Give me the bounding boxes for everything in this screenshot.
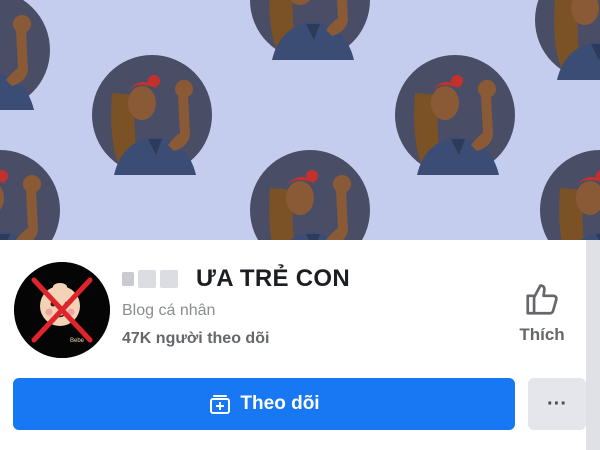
follow-button[interactable]: Theo dõi — [13, 378, 515, 430]
crossed-out-baby-icon: Bebe — [14, 262, 110, 358]
redacted-mark — [122, 272, 134, 286]
follow-label: Theo dõi — [240, 393, 320, 414]
like-label: Thích — [519, 325, 565, 344]
screen-edge — [586, 240, 600, 450]
cover-portrait — [0, 150, 60, 240]
page-category: Blog cá nhân — [122, 302, 216, 319]
page-name-text: ƯA TRẺ CON — [196, 265, 351, 292]
avatar-caption: Bebe — [70, 338, 85, 344]
ellipsis-icon: ··· — [547, 392, 567, 415]
cover-photo[interactable] — [0, 0, 600, 240]
follow-add-icon — [210, 395, 231, 414]
cover-portrait — [0, 0, 50, 110]
more-options-button[interactable]: ··· — [528, 378, 586, 430]
thumbs-up-icon — [526, 284, 558, 315]
cover-portrait — [250, 0, 370, 60]
cover-portrait — [535, 0, 600, 80]
cover-portrait — [540, 150, 600, 240]
redacted-mark — [160, 270, 178, 288]
cover-portrait — [92, 55, 212, 175]
redacted-mark — [138, 270, 156, 288]
page-title[interactable]: ƯA TRẺ CON — [122, 264, 350, 294]
cover-portrait — [250, 150, 370, 240]
follower-count[interactable]: 47K người theo dõi — [122, 330, 269, 348]
like-button[interactable]: Thích — [512, 280, 572, 350]
cover-portrait — [395, 55, 515, 175]
page-avatar[interactable]: Bebe — [14, 262, 110, 358]
